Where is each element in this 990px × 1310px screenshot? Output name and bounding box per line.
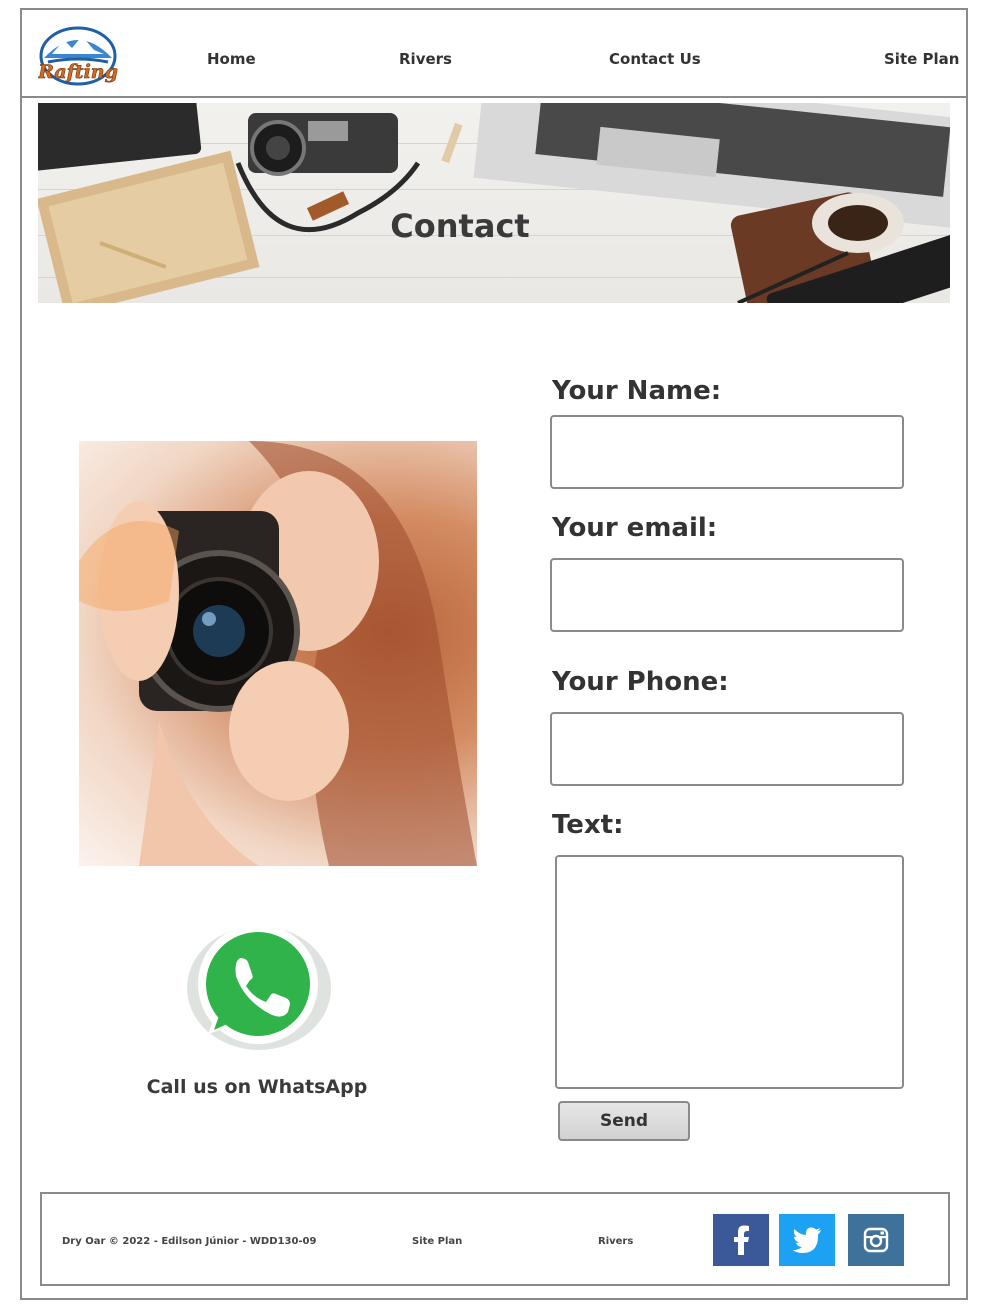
whatsapp-label[interactable]: Call us on WhatsApp — [82, 1076, 432, 1098]
contact-banner: Contact — [38, 103, 950, 303]
page-frame: Rafting Home Rivers Contact Us Site Plan — [20, 8, 968, 1300]
footer-copyright: Dry Oar © 2022 - Edilson Júnior - WDD130… — [62, 1236, 317, 1247]
phone-label: Your Phone: — [552, 667, 729, 697]
send-button[interactable]: Send — [558, 1101, 690, 1141]
text-label: Text: — [552, 810, 624, 840]
site-header: Rafting Home Rivers Contact Us Site Plan — [22, 10, 966, 98]
banner-title: Contact — [390, 207, 530, 245]
message-textarea[interactable] — [555, 855, 904, 1089]
email-label: Your email: — [552, 513, 718, 543]
desk-illustration — [38, 103, 950, 303]
name-field[interactable] — [550, 415, 904, 489]
svg-text:Rafting: Rafting — [38, 61, 118, 83]
instagram-button[interactable] — [848, 1214, 904, 1266]
camera-illustration — [79, 441, 477, 866]
footer-link-rivers[interactable]: Rivers — [598, 1236, 633, 1247]
whatsapp-icon[interactable] — [182, 922, 332, 1056]
nav-home[interactable]: Home — [207, 50, 256, 68]
facebook-icon — [734, 1225, 749, 1255]
twitter-button[interactable] — [779, 1214, 835, 1266]
instagram-icon — [863, 1227, 889, 1253]
nav-rivers[interactable]: Rivers — [399, 50, 452, 68]
footer-link-site-plan[interactable]: Site Plan — [412, 1236, 462, 1247]
twitter-icon — [792, 1227, 821, 1253]
rafting-logo[interactable]: Rafting — [38, 26, 118, 92]
phone-field[interactable] — [550, 712, 904, 786]
facebook-button[interactable] — [713, 1214, 769, 1266]
nav-site-plan[interactable]: Site Plan — [884, 50, 959, 68]
email-field[interactable] — [550, 558, 904, 632]
nav-contact-us[interactable]: Contact Us — [609, 50, 701, 68]
site-footer: Dry Oar © 2022 - Edilson Júnior - WDD130… — [40, 1192, 950, 1286]
photographer-image — [79, 441, 477, 866]
name-label: Your Name: — [552, 376, 722, 406]
